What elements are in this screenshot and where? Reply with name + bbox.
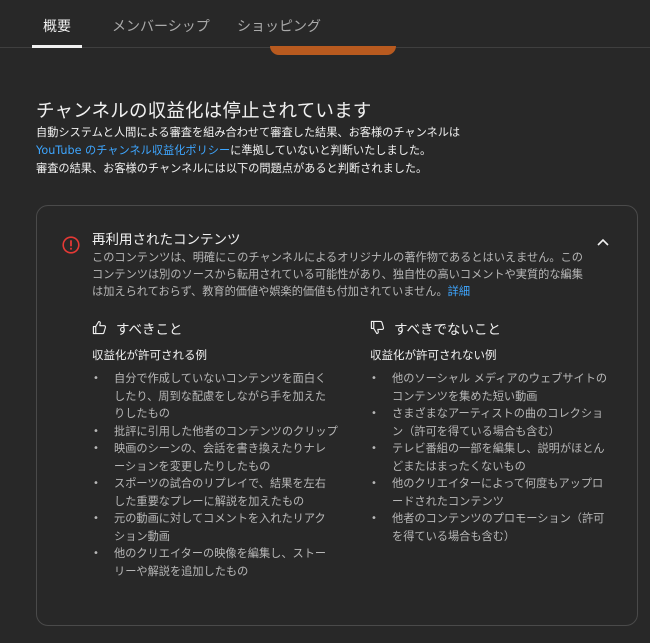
issue-title: 再利用されたコンテンツ xyxy=(92,232,241,248)
list-item: 他のソーシャル メディアのウェブサイトのコンテンツを集めた短い動画 xyxy=(370,370,607,405)
list-item: 他のクリエイターによって何度もアップロードされたコンテンツ xyxy=(370,475,607,510)
list-item: スポーツの試合のリプレイで、結果を左右した重要なプレーに解説を加えたもの xyxy=(92,475,338,510)
tab-membership[interactable]: メンバーシップ xyxy=(112,16,210,36)
list-item: さまざまなアーティストの曲のコレクション（許可を得ている場合も含む） xyxy=(370,405,607,440)
tab-shopping[interactable]: ショッピング xyxy=(237,16,321,36)
thumbs-down-icon xyxy=(370,320,385,335)
do-title: すべきこと xyxy=(116,322,183,338)
alert-circle-icon xyxy=(62,236,80,254)
list-item: テレビ番組の一部を編集し、説明がほとんどまたはまったくないもの xyxy=(370,440,607,475)
list-item: 映画のシーンの、会話を書き換えたりナレーションを変更したりしたもの xyxy=(92,440,338,475)
do-subtitle: 収益化が許可される例 xyxy=(92,348,207,362)
tab-overview[interactable]: 概要 xyxy=(43,16,71,36)
intro-line-3: 審査の結果、お客様のチャンネルには以下の問題点があると判断されました。 xyxy=(36,162,428,175)
list-item: 他者のコンテンツのプロモーション（許可を得ている場合も含む） xyxy=(370,510,607,545)
intro-line-2-text: に準拠していないと判断いたしました。 xyxy=(230,144,432,157)
issue-description: このコンテンツは、明確にこのチャンネルによるオリジナルの著作物であるとはいえませ… xyxy=(92,249,612,300)
dont-title: すべきでないこと xyxy=(394,322,502,338)
dont-column: すべきでないこと 収益化が許可されない例 他のソーシャル メディアのウェブサイト… xyxy=(370,316,625,543)
issue-desc-text: は加えられておらず、教育的価値や娯楽的価値も付加されていません。 xyxy=(92,285,448,298)
page-title: チャンネルの収益化は停止されています xyxy=(36,101,372,122)
list-item: 批評に引用した他者のコンテンツのクリップ xyxy=(92,423,338,441)
intro-line-1: 自動システムと人間による審査を組み合わせて審査した結果、お客様のチャンネルは xyxy=(36,126,461,139)
do-column: すべきこと 収益化が許可される例 自分で作成していないコンテンツを面白くしたり、… xyxy=(92,316,352,578)
intro-line-2: YouTube のチャンネル収益化ポリシーに準拠していないと判断いたしました。 xyxy=(36,142,460,160)
list-item: 自分で作成していないコンテンツを面白くしたり、周到な配慮をしながら手を加えたりし… xyxy=(92,370,338,423)
list-item: 他のクリエイターの映像を編集し、ストーリーや解説を追加したもの xyxy=(92,545,338,580)
intro-text: 自動システムと人間による審査を組み合わせて審査した結果、お客様のチャンネルは Y… xyxy=(36,124,460,178)
tab-bar: 概要 メンバーシップ ショッピング xyxy=(0,0,650,48)
do-list: 自分で作成していないコンテンツを面白くしたり、周到な配慮をしながら手を加えたりし… xyxy=(92,370,338,580)
chevron-up-icon[interactable] xyxy=(595,236,611,248)
thumbs-up-icon xyxy=(92,320,107,335)
issue-desc-line: は加えられておらず、教育的価値や娯楽的価値も付加されていません。詳細 xyxy=(92,283,612,300)
dont-list: 他のソーシャル メディアのウェブサイトのコンテンツを集めた短い動画 さまざまなア… xyxy=(370,370,607,545)
list-item: 元の動画に対してコメントを入れたリアクション動画 xyxy=(92,510,338,545)
issue-desc-line: このコンテンツは、明確にこのチャンネルによるオリジナルの著作物であるとはいえませ… xyxy=(92,251,583,264)
dont-header: すべきでないこと xyxy=(370,316,625,338)
issue-card: 再利用されたコンテンツ このコンテンツは、明確にこのチャンネルによるオリジナルの… xyxy=(36,205,638,626)
policy-link[interactable]: YouTube のチャンネル収益化ポリシー xyxy=(36,144,230,157)
active-tab-indicator xyxy=(32,45,82,48)
dont-subtitle: 収益化が許可されない例 xyxy=(370,348,497,362)
do-header: すべきこと xyxy=(92,316,352,338)
learn-more-link[interactable]: 詳細 xyxy=(448,285,470,298)
issue-desc-line: コンテンツは別のソースから転用されている可能性があり、独自性の高いコメントや実質… xyxy=(92,268,583,281)
accent-bar xyxy=(270,46,396,55)
